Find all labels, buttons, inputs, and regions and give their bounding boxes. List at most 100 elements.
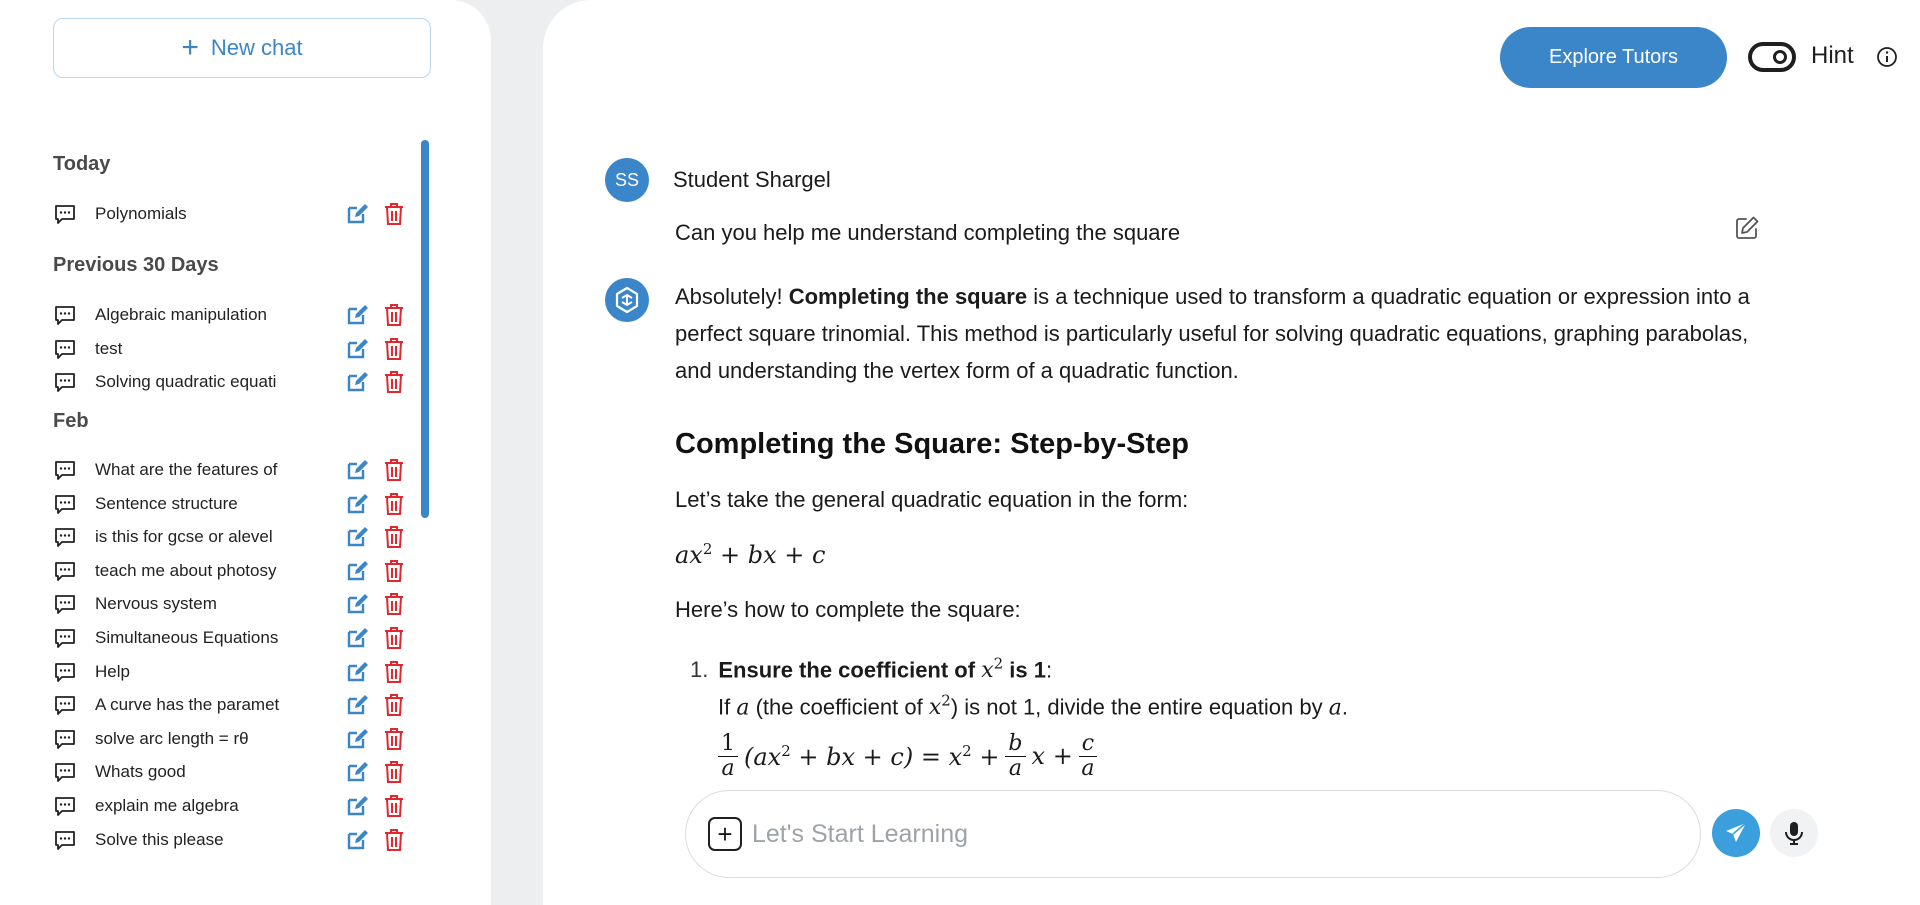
tutor-logo-icon <box>615 286 639 314</box>
edit-message-icon[interactable] <box>1734 215 1760 241</box>
trash-icon[interactable] <box>383 492 405 516</box>
info-icon[interactable] <box>1875 45 1899 69</box>
chat-bubble-icon <box>55 663 75 682</box>
edit-icon[interactable] <box>345 303 369 327</box>
chat-history-label: test <box>95 339 123 358</box>
chat-history-label: is this for gcse or alevel <box>95 527 273 546</box>
edit-icon[interactable] <box>345 492 369 516</box>
send-button[interactable] <box>1712 809 1760 857</box>
chat-history-label: A curve has the paramet <box>95 695 280 714</box>
step-title-text: is 1 <box>1003 657 1046 683</box>
chat-bubble-icon <box>55 763 75 782</box>
edit-icon[interactable] <box>345 760 369 784</box>
trash-icon[interactable] <box>383 303 405 327</box>
trash-icon[interactable] <box>383 592 405 616</box>
chat-bubble-icon <box>55 205 75 224</box>
trash-icon[interactable] <box>383 760 405 784</box>
step-title-text: Ensure the coefficient of <box>718 657 982 683</box>
edit-icon[interactable] <box>345 592 369 616</box>
edit-icon[interactable] <box>345 660 369 684</box>
hint-toggle[interactable] <box>1748 42 1796 72</box>
trash-icon[interactable] <box>383 370 405 394</box>
trash-icon[interactable] <box>383 660 405 684</box>
edit-icon[interactable] <box>345 693 369 717</box>
edit-icon[interactable] <box>345 559 369 583</box>
trash-icon[interactable] <box>383 828 405 852</box>
chat-history-item[interactable]: explain me algebra <box>53 791 413 821</box>
chat-bubble-icon <box>55 797 75 816</box>
chat-history-label: Sentence structure <box>95 494 238 513</box>
chat-history-item[interactable]: Nervous system <box>53 589 413 619</box>
chat-history-item[interactable]: What are the features of <box>53 455 413 485</box>
chat-history-item[interactable]: teach me about photosy <box>53 556 413 586</box>
sidebar-scrollbar[interactable] <box>421 140 429 518</box>
microphone-button[interactable] <box>1770 809 1818 857</box>
chat-history-item[interactable]: Algebraic manipulation <box>53 300 413 330</box>
section-title-feb: Feb <box>53 410 89 432</box>
trash-icon[interactable] <box>383 525 405 549</box>
trash-icon[interactable] <box>383 794 405 818</box>
math-expression: ax2 + bx + c <box>675 540 826 569</box>
attach-plus-icon[interactable]: + <box>708 817 742 851</box>
chat-history-item[interactable]: Polynomials <box>53 199 413 229</box>
edit-icon[interactable] <box>345 337 369 361</box>
edit-icon[interactable] <box>345 458 369 482</box>
trash-icon[interactable] <box>383 626 405 650</box>
trash-icon[interactable] <box>383 693 405 717</box>
edit-icon[interactable] <box>345 202 369 226</box>
chat-bubble-icon <box>55 629 75 648</box>
chat-history-label: Nervous system <box>95 594 217 613</box>
edit-icon[interactable] <box>345 626 369 650</box>
trash-icon[interactable] <box>383 202 405 226</box>
user-name: Student Shargel <box>673 167 831 192</box>
section-title-previous-30-days: Previous 30 Days <box>53 254 219 276</box>
chat-bubble-icon <box>55 461 75 480</box>
chat-bubble-icon <box>55 528 75 547</box>
answer-paragraph: Let’s take the general quadratic equatio… <box>675 487 1189 512</box>
chat-history-item[interactable]: Simultaneous Equations <box>53 623 413 653</box>
explore-tutors-button[interactable]: Explore Tutors <box>1500 27 1727 88</box>
chat-history-item[interactable]: Solve this please <box>53 825 413 855</box>
edit-icon[interactable] <box>345 525 369 549</box>
chat-history-label: teach me about photosy <box>95 561 277 580</box>
step-body-text: If <box>718 694 737 720</box>
edit-icon[interactable] <box>345 370 369 394</box>
trash-icon[interactable] <box>383 727 405 751</box>
math-formula: 1a (ax2 + bx + c) = x2 + ba x + ca <box>718 728 1098 784</box>
answer-heading: Completing the Square: Step-by-Step <box>675 428 1189 460</box>
chat-history-item[interactable]: Sentence structure <box>53 489 413 519</box>
step-body-text: ) is not 1, divide the entire equation b… <box>950 694 1329 720</box>
chat-history-item[interactable]: test <box>53 334 413 364</box>
chat-history-item[interactable]: solve arc length = rθ <box>53 724 413 754</box>
chat-history-label: What are the features of <box>95 460 278 479</box>
chat-history-item[interactable]: Solving quadratic equati <box>53 367 413 397</box>
chat-bubble-icon <box>55 831 75 850</box>
new-chat-button[interactable]: + New chat <box>53 18 431 78</box>
chat-bubble-icon <box>55 306 75 325</box>
edit-icon[interactable] <box>345 727 369 751</box>
tutor-answer-intro: Absolutely! Completing the square is a t… <box>675 278 1755 389</box>
chat-history-item[interactable]: A curve has the paramet <box>53 690 413 720</box>
step-body: If a (the coefficient of x2) is not 1, d… <box>718 692 1348 721</box>
chat-bubble-icon <box>55 340 75 359</box>
trash-icon[interactable] <box>383 458 405 482</box>
chat-history-item[interactable]: Help <box>53 657 413 687</box>
chat-history-label: Polynomials <box>95 204 187 223</box>
chat-history-item[interactable]: is this for gcse or alevel <box>53 522 413 552</box>
message-input[interactable] <box>752 811 1652 857</box>
step-body-text: (the coefficient of <box>749 694 929 720</box>
chat-history-item[interactable]: Whats good <box>53 757 413 787</box>
edit-icon[interactable] <box>345 828 369 852</box>
chat-bubble-icon <box>55 730 75 749</box>
paper-plane-icon <box>1726 822 1747 842</box>
message-composer: + <box>685 790 1701 878</box>
edit-icon[interactable] <box>345 794 369 818</box>
chat-history-label: Solving quadratic equati <box>95 372 277 391</box>
plus-icon: + <box>181 31 199 64</box>
trash-icon[interactable] <box>383 559 405 583</box>
step-number: 1. <box>690 657 709 683</box>
trash-icon[interactable] <box>383 337 405 361</box>
microphone-icon <box>1785 822 1803 845</box>
user-avatar: SS <box>605 158 649 202</box>
step-title: 1. Ensure the coefficient of x2 is 1: <box>690 655 1053 684</box>
